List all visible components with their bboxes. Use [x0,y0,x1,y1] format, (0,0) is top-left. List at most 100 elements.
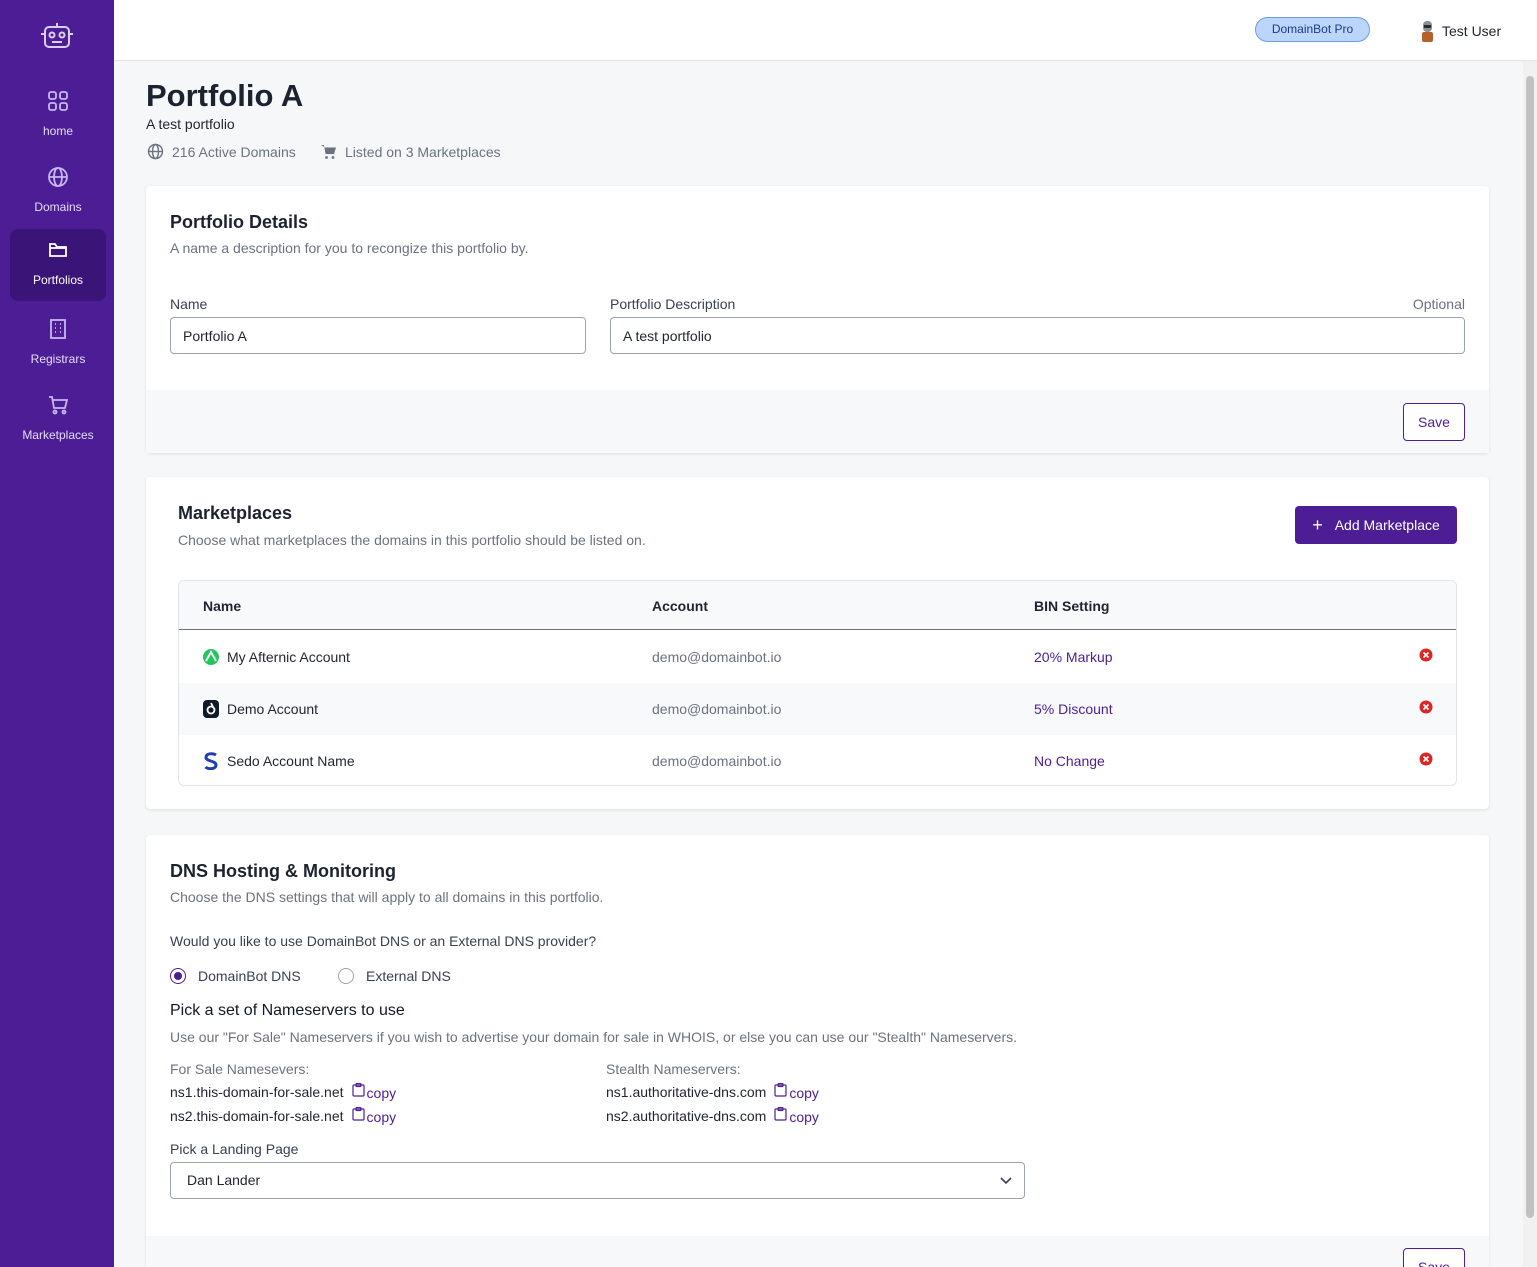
nameserver-item: ns1.this-domain-for-sale.net copy [170,1083,396,1101]
radio-external-dns[interactable]: External DNS [338,968,451,984]
landing-page-select[interactable]: Dan Lander [170,1162,1025,1199]
sidebar-item-home[interactable]: home [10,80,106,152]
dns-save-button[interactable]: Save [1403,1248,1465,1267]
sidebar-item-label: Portfolios [32,273,84,287]
save-button[interactable]: Save [1403,403,1465,441]
marketplace-account: demo@domainbot.io [652,753,782,769]
nameserver-value: ns1.authoritative-dns.com [606,1084,767,1100]
card-description: Choose the DNS settings that will apply … [170,889,604,905]
globe-icon [48,167,68,187]
add-marketplace-label: Add Marketplace [1334,517,1440,533]
dns-card: DNS Hosting & Monitoring Choose the DNS … [146,835,1489,1267]
top-header: DomainBot Pro Test User [114,0,1537,61]
sidebar-item-label: Domains [34,200,82,214]
optional-hint: Optional [1412,296,1465,312]
sidebar-item-registrars[interactable]: Registrars [10,308,106,380]
active-domains-text: 216 Active Domains [172,143,296,160]
nameservers-description: Use our "For Sale" Nameservers if you wi… [170,1029,1017,1045]
plan-badge[interactable]: DomainBot Pro [1255,17,1370,42]
nameserver-item: ns2.this-domain-for-sale.net copy [170,1107,396,1125]
card-title: DNS Hosting & Monitoring [170,861,396,881]
marketplace-name: Sedo Account Name [227,753,355,769]
marketplace-name: Demo Account [227,701,319,717]
card-description: Choose what marketplaces the domains in … [178,532,646,548]
remove-circle-icon[interactable] [1419,752,1433,766]
radio-label: DomainBot DNS [198,968,301,984]
landing-page-label: Pick a Landing Page [170,1141,299,1157]
marketplaces-stat: Listed on 3 Marketplaces [320,143,501,160]
building-icon [50,319,66,339]
radio-domainbot-dns[interactable]: DomainBot DNS [170,968,301,984]
name-input[interactable] [170,317,586,354]
clipboard-icon [351,1083,365,1097]
active-domains-stat: 216 Active Domains [147,143,296,160]
copy-label: copy [366,1109,397,1125]
marketplaces-card: Marketplaces Choose what marketplaces th… [146,477,1489,809]
marketplaces-table: Name Account BIN Setting My Afternic Acc… [178,580,1457,786]
sidebar-item-portfolios[interactable]: Portfolios [10,229,106,301]
copy-label: copy [789,1085,819,1101]
globe-icon [147,143,164,160]
user-menu[interactable]: Test User [1418,19,1501,43]
copy-button[interactable]: copy [351,1083,397,1101]
sidebar-item-label: Registrars [30,352,86,366]
sidebar-item-label: home [42,124,74,138]
marketplace-account: demo@domainbot.io [652,701,782,717]
bin-setting-link[interactable]: 20% Markup [1034,649,1113,665]
column-header-name: Name [203,598,242,614]
card-footer: Save [146,1236,1489,1267]
nameserver-item: ns2.authoritative-dns.com copy [606,1107,819,1125]
chevron-down-icon [1000,1177,1012,1185]
sedo-icon [204,752,218,770]
page-subtitle: A test portfolio [146,116,235,132]
for-sale-label: For Sale Namesevers: [170,1061,310,1077]
add-marketplace-button[interactable]: + Add Marketplace [1295,506,1457,544]
dns-question: Would you like to use DomainBot DNS or a… [170,933,597,949]
nameserver-value: ns2.this-domain-for-sale.net [170,1108,344,1124]
copy-button[interactable]: copy [351,1107,397,1125]
robot-logo-icon[interactable] [40,21,74,53]
table-row[interactable]: Demo Account demo@domainbot.io 5% Discou… [179,683,1456,735]
table-row[interactable]: Sedo Account Name demo@domainbot.io No C… [179,735,1456,785]
bin-setting-link[interactable]: 5% Discount [1034,701,1113,717]
radio-checked-icon [170,968,186,984]
remove-circle-icon[interactable] [1419,700,1433,714]
copy-button[interactable]: copy [774,1107,819,1125]
table-header: Name Account BIN Setting [179,581,1456,630]
copy-button[interactable]: copy [774,1083,819,1101]
sidebar-item-marketplaces[interactable]: Marketplaces [10,384,106,456]
marketplace-account: demo@domainbot.io [652,649,782,665]
nameserver-item: ns1.authoritative-dns.com copy [606,1083,819,1101]
card-description: A name a description for you to recongiz… [170,240,529,256]
clipboard-icon [774,1083,787,1097]
sidebar-item-label: Marketplaces [22,428,94,442]
column-header-account: Account [652,598,708,614]
nameserver-value: ns2.authoritative-dns.com [606,1108,767,1124]
stealth-label: Stealth Nameservers: [606,1061,741,1077]
copy-label: copy [789,1109,819,1125]
scrollbar-thumb[interactable] [1526,76,1534,1218]
card-title: Marketplaces [178,503,293,523]
folder-icon [49,243,67,257]
dan-icon [203,700,219,718]
remove-circle-icon[interactable] [1419,648,1433,662]
page-title: Portfolio A [146,78,304,113]
radio-unchecked-icon [338,968,354,984]
clipboard-icon [351,1107,365,1121]
plus-icon: + [1312,515,1323,535]
description-input[interactable] [610,317,1465,354]
cart-icon [321,145,336,159]
copy-label: copy [366,1085,397,1101]
cart-icon [49,396,69,415]
portfolio-details-card: Portfolio Details A name a description f… [146,186,1489,453]
bin-setting-link[interactable]: No Change [1034,753,1105,769]
avatar [1422,21,1433,42]
card-footer: Save [146,390,1489,453]
landing-page-value: Dan Lander [187,1172,261,1188]
sidebar-item-domains[interactable]: Domains [10,156,106,228]
nameservers-heading: Pick a set of Nameservers to use [170,1002,405,1019]
table-row[interactable]: My Afternic Account demo@domainbot.io 20… [179,631,1456,683]
nameserver-value: ns1.this-domain-for-sale.net [170,1084,344,1100]
marketplaces-count-text: Listed on 3 Marketplaces [345,143,501,160]
column-header-bin: BIN Setting [1034,598,1110,614]
